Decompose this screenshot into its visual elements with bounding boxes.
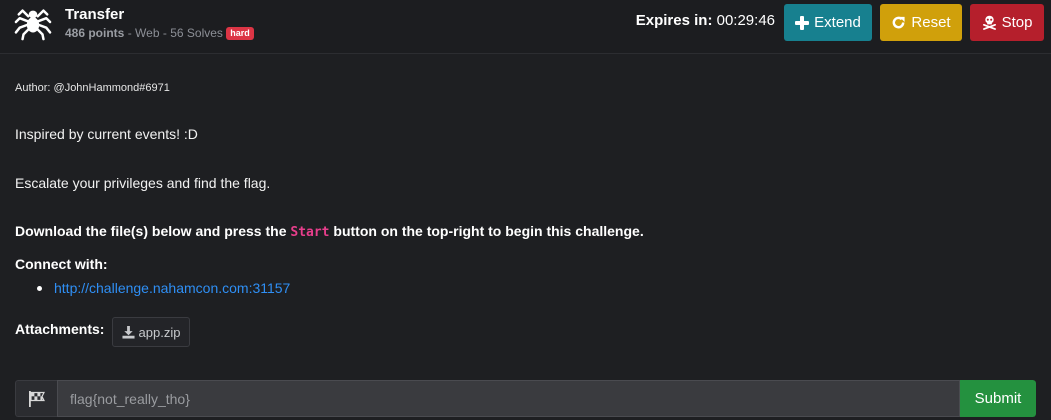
- reset-label: Reset: [911, 14, 951, 31]
- plus-icon: [795, 15, 810, 30]
- description-line-2: Escalate your privileges and find the fl…: [15, 175, 271, 191]
- description-line-1: Inspired by current events! :D: [15, 126, 198, 142]
- spider-icon: [14, 9, 52, 41]
- start-keyword: Start: [290, 225, 330, 240]
- download-icon: [121, 325, 135, 339]
- reset-button[interactable]: Reset: [880, 4, 962, 41]
- start-instruction: Download the file(s) below and press the…: [15, 223, 644, 240]
- category-label: Web: [135, 26, 160, 40]
- expires-timer: Expires in: 00:29:46: [636, 12, 775, 29]
- challenge-title: Transfer: [65, 6, 125, 23]
- difficulty-badge: hard: [226, 27, 254, 40]
- instruction-text-post: button on the top-right to begin this ch…: [329, 223, 644, 239]
- connect-link[interactable]: http://challenge.nahamcon.com:31157: [54, 280, 290, 296]
- instruction-text-pre: Download the file(s) below and press the: [15, 223, 291, 239]
- expires-label: Expires in: [635, 12, 708, 29]
- challenge-meta: 486 points - Web - 56 Solves hard: [65, 26, 254, 41]
- meta-separator: -: [127, 26, 136, 40]
- connect-label: Connect with:: [15, 256, 108, 272]
- extend-button[interactable]: Extend: [784, 4, 872, 41]
- list-bullet: [37, 285, 42, 291]
- expires-colon: :: [707, 12, 713, 29]
- connect-list-item: http://challenge.nahamcon.com:31157: [37, 280, 290, 296]
- skull-crossbones-icon: [982, 15, 996, 30]
- challenge-header: Transfer 486 points - Web - 56 Solves ha…: [0, 0, 1051, 54]
- stop-label: Stop: [1001, 14, 1033, 31]
- checkered-flag-icon: [28, 390, 45, 407]
- flag-input[interactable]: [57, 380, 960, 417]
- stop-button[interactable]: Stop: [970, 4, 1044, 41]
- flag-input-prefix: [15, 380, 57, 417]
- extend-label: Extend: [814, 14, 861, 31]
- attachment-download-button[interactable]: app.zip: [112, 317, 190, 347]
- attachment-filename: app.zip: [138, 324, 181, 340]
- solves-count: 56 Solves: [170, 26, 223, 40]
- flag-submit-form: Submit: [15, 380, 1036, 417]
- author-line: Author: @JohnHammond#6971: [15, 82, 170, 94]
- redo-icon: [893, 16, 905, 29]
- expires-value: 00:29:46: [716, 12, 775, 29]
- submit-button[interactable]: Submit: [960, 380, 1036, 417]
- points-value: 486 points: [65, 26, 125, 40]
- attachments-label: Attachments:: [15, 321, 105, 337]
